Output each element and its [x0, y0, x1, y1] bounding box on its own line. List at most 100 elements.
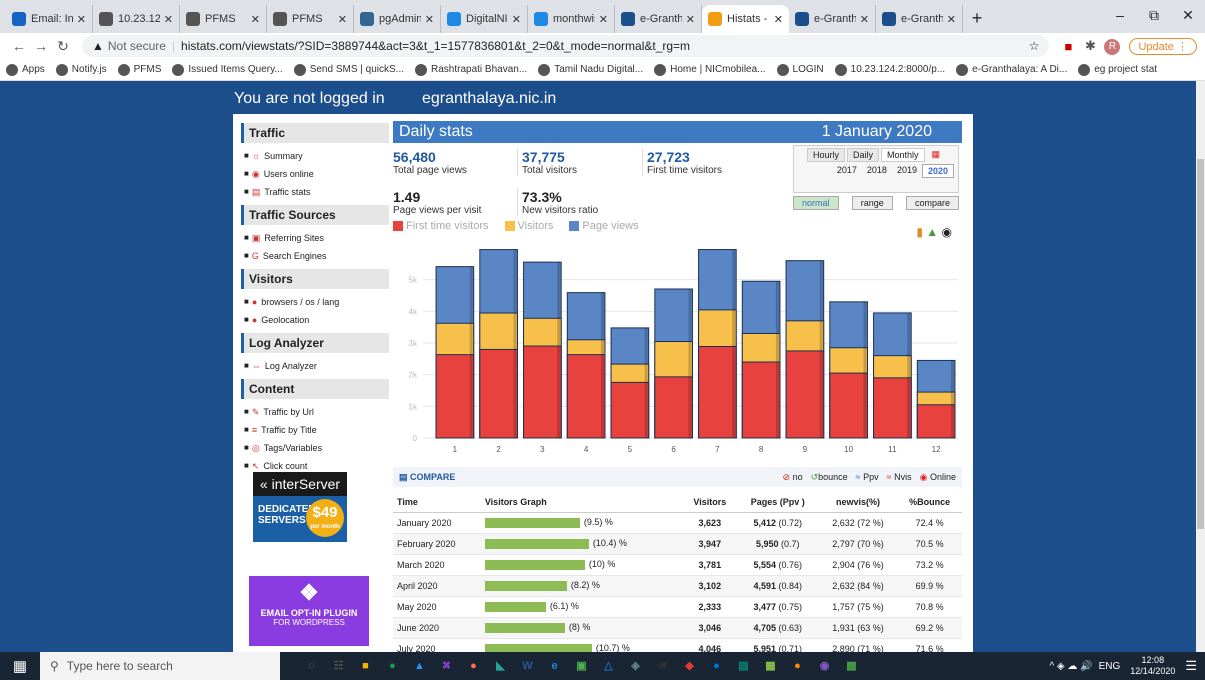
option-online[interactable]: ◉ Online — [920, 472, 956, 483]
bar-first-time-visitors[interactable] — [654, 376, 693, 439]
browser-tab[interactable]: Email: Inbo ✕ — [6, 5, 93, 33]
taskbar-app-icon[interactable]: ▤ — [732, 655, 755, 677]
browser-tab[interactable]: monthwise ✕ — [528, 5, 615, 33]
browser-tab[interactable]: PFMS ✕ — [267, 5, 354, 33]
maximize-icon[interactable]: ⧉ — [1137, 0, 1171, 30]
tab-close-icon[interactable]: ✕ — [686, 13, 695, 26]
reload-icon[interactable]: ↻ — [52, 38, 74, 55]
taskbar-edge-icon[interactable]: ● — [705, 655, 728, 677]
taskbar-chrome-icon[interactable]: ● — [381, 655, 404, 677]
bar-first-time-visitors[interactable] — [785, 350, 825, 439]
area-chart-icon[interactable]: ▲ — [926, 225, 938, 239]
taskbar-app-icon[interactable]: ◈ — [624, 655, 647, 677]
period-tab[interactable]: Hourly — [806, 148, 845, 162]
bookmark-item[interactable]: Notify.js — [55, 63, 107, 76]
bar-first-time-visitors[interactable] — [435, 354, 475, 439]
legend-item[interactable]: Visitors — [504, 220, 562, 232]
option-no[interactable]: ⊘ no — [783, 472, 803, 483]
sidebar-item[interactable]: ■ ◉ Users online — [241, 165, 389, 183]
browser-tab[interactable]: Histats - D ✕ — [702, 5, 789, 33]
table-header[interactable]: Pages (Ppv ) — [736, 492, 819, 513]
sidebar-item[interactable]: ■ ● Geolocation — [241, 311, 389, 329]
language-indicator[interactable]: ENG — [1099, 661, 1121, 672]
taskbar-app-icon[interactable]: ▩ — [840, 655, 863, 677]
bookmark-item[interactable]: e-Granthalaya: A Di... — [956, 63, 1067, 76]
bookmark-item[interactable]: Issued Items Query... — [172, 63, 283, 76]
close-icon[interactable]: ✕ — [1171, 0, 1205, 30]
tab-close-icon[interactable]: ✕ — [164, 13, 173, 26]
back-icon[interactable]: ← — [8, 38, 30, 54]
taskbar-firefox-icon[interactable]: ● — [462, 655, 485, 677]
taskbar-app-icon[interactable]: ◆ — [678, 655, 701, 677]
bar-first-time-visitors[interactable] — [873, 377, 912, 439]
option-bounce[interactable]: ↺bounce — [811, 472, 848, 483]
update-button[interactable]: Update ⋮ — [1129, 37, 1197, 55]
scrollbar-thumb[interactable] — [1197, 159, 1204, 529]
table-row[interactable]: February 2020 (10.4) % 3,947 5,950 (0.7) 2,7… — [393, 533, 962, 555]
taskbar-media-icon[interactable]: ▲ — [408, 655, 431, 677]
bookmark-item[interactable]: PFMS — [117, 63, 161, 76]
taskbar-app-icon[interactable]: ◣ — [489, 655, 512, 677]
taskbar-app-icon[interactable]: ▦ — [759, 655, 782, 677]
browser-tab[interactable]: pgAdmin 4 ✕ — [354, 5, 441, 33]
table-row[interactable]: April 2020 (8.2) % 3,102 4,591 (0.84) 2,632 … — [393, 575, 962, 597]
taskbar-file-explorer-icon[interactable]: ■ — [354, 655, 377, 677]
tab-close-icon[interactable]: ✕ — [947, 13, 956, 26]
legend-item[interactable]: First time visitors — [393, 220, 497, 232]
extensions-icon[interactable]: ✱ — [1079, 38, 1101, 54]
year-option[interactable]: 2017 — [832, 164, 862, 178]
profile-avatar[interactable]: R — [1101, 37, 1123, 55]
tab-close-icon[interactable]: ✕ — [860, 13, 869, 26]
bookmark-item[interactable]: Rashtrapati Bhavan... — [415, 63, 527, 76]
forward-icon[interactable]: → — [30, 38, 52, 54]
sidebar-item[interactable]: ■ ✎ Traffic by Url — [241, 403, 389, 421]
bookmark-item[interactable]: Apps — [6, 63, 45, 76]
tab-close-icon[interactable]: ✕ — [774, 13, 783, 26]
taskbar-app-icon[interactable]: △ — [597, 655, 620, 677]
table-header[interactable]: Time — [393, 492, 481, 513]
bar-first-time-visitors[interactable] — [916, 404, 956, 439]
tray-icons[interactable]: ^ ◈ ☁ 🔊 — [1049, 661, 1092, 672]
tab-close-icon[interactable]: ✕ — [512, 13, 521, 26]
taskbar-word-icon[interactable]: W — [516, 655, 539, 677]
browser-tab[interactable]: e-Granthal ✕ — [876, 5, 963, 33]
mode-button[interactable]: compare — [905, 196, 959, 210]
bookmark-item[interactable]: Send SMS | quickS... — [293, 63, 404, 76]
year-option[interactable]: 2020 — [921, 164, 954, 178]
taskbar-app-icon[interactable]: ▣ — [570, 655, 593, 677]
taskbar-ie-icon[interactable]: e — [543, 655, 566, 677]
browser-tab[interactable]: PFMS ✕ — [180, 5, 267, 33]
page-scrollbar[interactable] — [1196, 81, 1205, 652]
option-nvis[interactable]: ≈ Nvis — [887, 472, 912, 482]
windows-start-icon[interactable]: ▦ — [0, 657, 40, 675]
legend-item[interactable]: Page views — [569, 220, 646, 232]
compare-button[interactable]: ▤ COMPARE — [399, 472, 775, 483]
bar-chart-icon[interactable]: ▮ — [916, 225, 923, 239]
year-option[interactable]: 2019 — [892, 164, 922, 178]
table-row[interactable]: January 2020 (9.5) % 3,623 5,412 (0.72) 2,63… — [393, 512, 962, 534]
tab-close-icon[interactable]: ✕ — [338, 13, 347, 26]
browser-tab[interactable]: DigitalNIC ✕ — [441, 5, 528, 33]
sidebar-item[interactable]: ■ G Search Engines — [241, 247, 389, 265]
new-tab-icon[interactable]: + — [963, 5, 991, 33]
bookmark-item[interactable]: 10.23.124.2:8000/p... — [834, 63, 945, 76]
bookmark-item[interactable]: LOGIN — [776, 63, 824, 76]
bookmark-item[interactable]: Tamil Nadu Digital... — [538, 63, 643, 76]
optin-ad[interactable]: ❖ EMAIL OPT-IN PLUGIN FOR WORDPRESS — [249, 576, 369, 646]
bar-first-time-visitors[interactable] — [829, 372, 868, 439]
interserver-ad[interactable]: « interServer DEDICATED SERVERS $49 per mo… — [253, 472, 347, 542]
browser-tab[interactable]: e-Granthal ✕ — [789, 5, 876, 33]
table-row[interactable]: July 2020 (10.7) % 4,046 5,951 (0.71) 2,890 … — [393, 638, 962, 652]
sidebar-item[interactable]: ■ ▤ Traffic stats — [241, 183, 389, 201]
taskbar-app-icon[interactable]: ◉ — [813, 655, 836, 677]
taskbar-cortana-icon[interactable]: ○ — [300, 655, 323, 677]
tab-close-icon[interactable]: ✕ — [425, 13, 434, 26]
table-row[interactable]: March 2020 (10) % 3,781 5,554 (0.76) 2,904 (… — [393, 554, 962, 576]
tab-close-icon[interactable]: ✕ — [77, 13, 86, 26]
period-tab[interactable]: Monthly — [881, 148, 925, 162]
taskbar-clock[interactable]: 12:08 12/14/2020 — [1130, 655, 1175, 677]
pdf-extension-icon[interactable]: ■ — [1057, 39, 1079, 54]
table-header[interactable]: %Bounce — [897, 492, 962, 513]
bar-first-time-visitors[interactable] — [610, 381, 650, 439]
bookmark-item[interactable]: eg project stat — [1078, 63, 1157, 76]
